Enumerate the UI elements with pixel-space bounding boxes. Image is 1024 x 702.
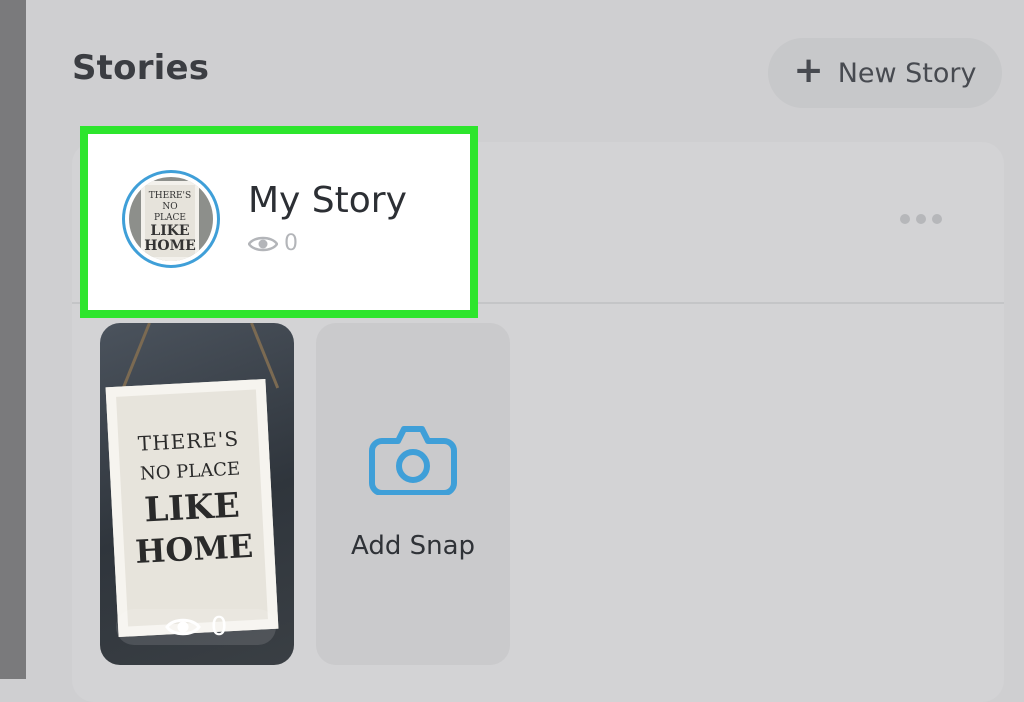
left-edge-bar	[0, 0, 26, 679]
avatar-image: THERE'S NO PLACE LIKE HOME	[129, 177, 213, 261]
stories-heading: Stories	[72, 48, 210, 88]
hanging-cord-left	[121, 323, 151, 389]
snap-thumbnail[interactable]: THERE'S NO PLACE LIKE HOME 0	[100, 323, 294, 665]
add-snap-label: Add Snap	[350, 531, 476, 561]
my-story-view-count-value: 0	[284, 231, 298, 256]
more-horizontal-icon[interactable]	[900, 214, 942, 224]
snap-view-count-value: 0	[210, 612, 228, 642]
plus-icon: +	[793, 50, 824, 91]
avatar-sign-image: THERE'S NO PLACE LIKE HOME	[141, 181, 199, 261]
snap-view-count: 0	[116, 609, 276, 645]
snap-sign-image: THERE'S NO PLACE LIKE HOME	[105, 378, 279, 638]
eye-icon	[164, 618, 201, 636]
my-story-title[interactable]: My Story	[248, 180, 407, 221]
camera-icon	[369, 426, 457, 495]
new-story-label: New Story	[837, 57, 977, 89]
eye-icon	[248, 236, 278, 251]
add-snap-button[interactable]: Add Snap	[316, 323, 510, 665]
new-story-button[interactable]: + New Story	[768, 38, 1002, 108]
my-story-view-count: 0	[248, 231, 298, 256]
my-story-avatar[interactable]: THERE'S NO PLACE LIKE HOME	[122, 170, 220, 268]
